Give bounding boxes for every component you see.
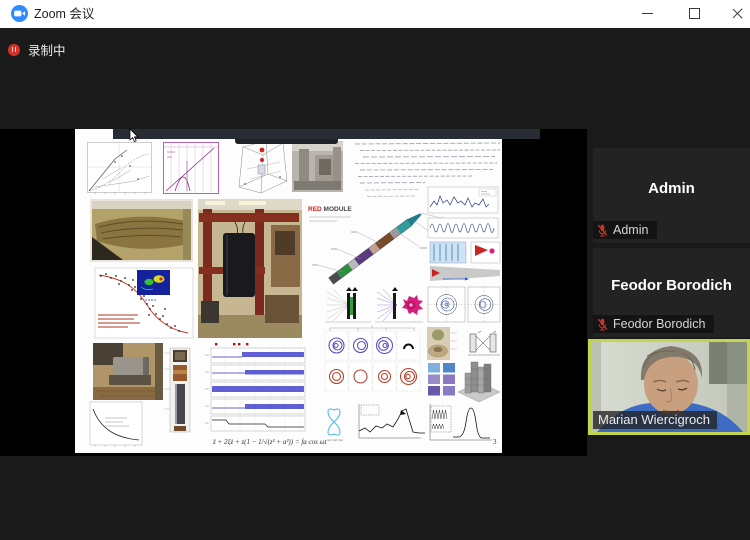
zoom-logo-icon xyxy=(11,5,28,22)
participant-video-marian[interactable]: Marian Wiercigroch xyxy=(588,339,750,435)
figure-3d-wireframe xyxy=(239,141,287,193)
photo-lab-grayscale xyxy=(292,141,343,192)
figure-magenta-plot xyxy=(164,143,219,194)
figure-frf-curve-1 xyxy=(359,404,425,438)
equation-text: z̈ + 2ξż + z(1 − 1/√(z² + a²)) = fa cos … xyxy=(212,438,328,446)
participant-label-bar: Admin xyxy=(593,221,657,239)
figure-oscillation-plot xyxy=(428,218,498,238)
slide-figures: RED MODULE xyxy=(75,129,502,453)
photo-red-test-rig xyxy=(198,199,302,338)
participant-tile-admin[interactable]: Admin Admin xyxy=(593,148,750,243)
page-number: 3 xyxy=(493,438,497,446)
recording-label: 录制中 xyxy=(28,40,66,59)
figure-small-schematic xyxy=(468,331,500,355)
participant-name: Admin xyxy=(593,148,750,229)
figure-scatter-red-fit xyxy=(95,268,193,338)
shared-presentation-slide: RED MODULE xyxy=(75,129,502,453)
figure-spiral-portraits xyxy=(428,287,500,322)
participant-tile-feodor[interactable]: Feodor Borodich Feodor Borodich xyxy=(593,248,750,337)
participant-label-text: Admin xyxy=(613,223,648,237)
figure-time-series xyxy=(428,187,498,213)
slide-equation: z̈ + 2ξż + z(1 − 1/√(z² + a²)) = fa cos … xyxy=(212,438,497,446)
svg-text:RED MODULE: RED MODULE xyxy=(308,206,352,213)
figure-phase-portrait-grid xyxy=(325,325,420,391)
module-title-red: RED xyxy=(308,206,322,213)
figure-multichannel-signals xyxy=(205,343,305,431)
module-title: RED MODULE xyxy=(308,206,352,221)
figure-bit-schematic-green xyxy=(325,287,371,322)
mic-off-icon xyxy=(597,318,608,331)
participant-label-text: Feodor Borodich xyxy=(613,317,705,331)
figure-bit-schematic-magenta xyxy=(375,287,423,322)
maximize-button[interactable] xyxy=(679,0,709,27)
figure-drill-module xyxy=(312,211,444,284)
participant-label-bar: Feodor Borodich xyxy=(593,315,714,333)
figure-arrows-comparison xyxy=(430,242,500,281)
photo-mortar-basin xyxy=(427,327,457,360)
recording-icon xyxy=(8,44,20,56)
figure-butterfly-orbit xyxy=(327,409,343,441)
toolbar-handle[interactable] xyxy=(235,139,338,144)
recording-indicator[interactable]: 录制中 xyxy=(8,40,66,59)
figure-frf-curve-2 xyxy=(430,404,492,440)
participant-name: Feodor Borodich xyxy=(593,248,750,323)
title-bar[interactable]: Zoom 会议 xyxy=(0,0,750,28)
presentation-toolbar[interactable] xyxy=(113,129,540,139)
photo-core-sample xyxy=(90,199,193,262)
maximize-icon xyxy=(689,8,700,19)
participant-label-text: Marian Wiercigroch xyxy=(593,411,717,429)
module-title-rest: MODULE xyxy=(322,206,353,213)
mouse-cursor xyxy=(129,129,139,143)
window-title: Zoom 会议 xyxy=(34,0,94,28)
zoom-meeting-window: Zoom 会议 录制中 xyxy=(0,0,750,540)
minimize-icon xyxy=(642,13,653,14)
photo-lab-machine xyxy=(93,343,163,400)
mic-off-icon xyxy=(597,224,608,237)
close-icon xyxy=(732,8,743,19)
figure-3d-rock-structure xyxy=(458,362,500,402)
figure-decay-plot xyxy=(90,402,142,447)
figure-instrument-column xyxy=(164,348,190,432)
close-button[interactable] xyxy=(722,0,750,27)
figure-line-plot-black xyxy=(88,143,152,195)
minimize-button[interactable] xyxy=(632,0,662,27)
figure-gradient-squares xyxy=(428,363,455,396)
